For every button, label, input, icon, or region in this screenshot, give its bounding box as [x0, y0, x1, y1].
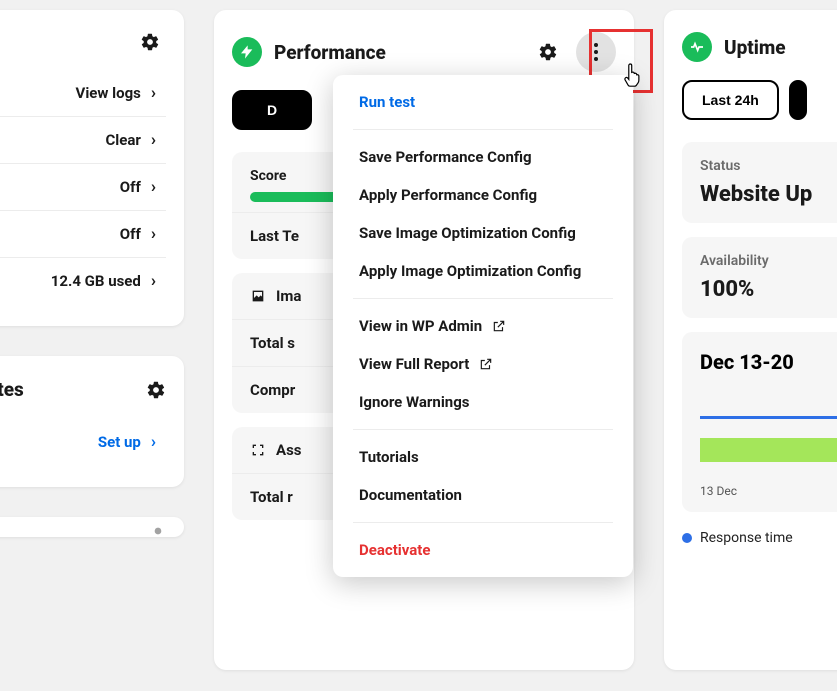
left-item-label: View logs: [76, 84, 141, 102]
gear-icon[interactable]: [538, 42, 558, 62]
compression-label: Compr: [250, 381, 295, 399]
chart-xlabel: 13 Dec: [700, 484, 837, 498]
dd-save-img[interactable]: Save Image Optimization Config: [333, 214, 633, 252]
status-block: Status Website Up: [682, 142, 837, 223]
bolt-icon: [232, 37, 262, 67]
gear-icon[interactable]: [148, 521, 168, 541]
dd-deactivate[interactable]: Deactivate: [333, 531, 633, 569]
image-icon: [250, 288, 266, 304]
kebab-menu-button[interactable]: [576, 32, 616, 72]
chevron-right-icon: ›: [151, 177, 156, 197]
external-link-icon: [492, 319, 506, 333]
chart-bar: [700, 438, 837, 462]
availability-block: Availability 100%: [682, 237, 837, 318]
range-next-button[interactable]: [789, 80, 807, 120]
setup-action[interactable]: Set up ›: [0, 419, 166, 465]
primary-button[interactable]: D: [232, 90, 312, 130]
gear-icon[interactable]: [146, 380, 166, 400]
primary-button-label: D: [267, 102, 277, 118]
dd-apply-perf[interactable]: Apply Performance Config: [333, 176, 633, 214]
left-card-b: lates Set up ›: [0, 356, 184, 487]
dd-run-test[interactable]: Run test: [333, 83, 633, 121]
dd-label: Ignore Warnings: [359, 393, 469, 411]
assets-label: Ass: [276, 441, 302, 459]
dd-label: Tutorials: [359, 448, 419, 466]
dd-view-wp[interactable]: View in WP Admin: [333, 307, 633, 345]
dd-label: Apply Performance Config: [359, 186, 537, 204]
legend-label: Response time: [700, 530, 793, 546]
left-item-label: Off: [120, 225, 141, 243]
dd-label: Save Image Optimization Config: [359, 224, 576, 242]
chevron-right-icon: ›: [151, 130, 156, 150]
left-item-label: Clear: [105, 131, 140, 149]
chart-line: [700, 416, 837, 419]
status-label: Status: [700, 158, 837, 174]
dd-label: View Full Report: [359, 355, 469, 373]
legend-dot-icon: [682, 533, 692, 543]
dd-ignore[interactable]: Ignore Warnings: [333, 383, 633, 421]
kebab-dropdown: Run test Save Performance Config Apply P…: [333, 75, 633, 577]
status-value: Website Up: [700, 182, 837, 207]
chevron-right-icon: ›: [151, 224, 156, 244]
left-item-label: Off: [120, 178, 141, 196]
dd-label: Save Performance Config: [359, 148, 532, 166]
dd-label: Run test: [359, 93, 415, 111]
legend-response: Response time: [682, 530, 837, 546]
performance-title: Performance: [274, 41, 526, 64]
templates-title: lates: [0, 378, 134, 401]
left-card-a: View logs › Clear › Off › Off › 12.4 GB …: [0, 10, 184, 326]
dd-label: Deactivate: [359, 541, 430, 559]
left-item-off-2[interactable]: Off ›: [0, 210, 166, 257]
image-row-label: Ima: [276, 287, 301, 305]
uptime-card: Uptime Last 24h Status Website Up Availa…: [664, 10, 837, 670]
availability-label: Availability: [700, 253, 837, 269]
range-label: Last 24h: [702, 92, 759, 108]
left-item-clear[interactable]: Clear ›: [0, 116, 166, 163]
left-item-off-1[interactable]: Off ›: [0, 163, 166, 210]
dots-vertical-icon: [594, 42, 598, 63]
range-button[interactable]: Last 24h: [682, 80, 779, 120]
heartbeat-icon: [682, 32, 712, 62]
chevron-right-icon: ›: [151, 432, 156, 452]
uptime-chart: Dec 13-20 13 Dec: [682, 332, 837, 512]
gear-icon[interactable]: [140, 32, 160, 52]
left-item-label: 12.4 GB used: [51, 272, 141, 290]
chart-title: Dec 13-20: [700, 350, 837, 374]
dd-tutorials[interactable]: Tutorials: [333, 438, 633, 476]
dd-label: View in WP Admin: [359, 317, 482, 335]
dd-label: Apply Image Optimization Config: [359, 262, 581, 280]
dd-apply-img[interactable]: Apply Image Optimization Config: [333, 252, 633, 290]
chevron-right-icon: ›: [151, 271, 156, 291]
left-item-storage[interactable]: 12.4 GB used ›: [0, 257, 166, 304]
chevron-right-icon: ›: [151, 83, 156, 103]
total-r-label: Total r: [250, 488, 293, 506]
left-card-c: [0, 517, 184, 537]
expand-icon: [250, 442, 266, 458]
dd-save-perf[interactable]: Save Performance Config: [333, 138, 633, 176]
left-item-view-logs[interactable]: View logs ›: [0, 70, 166, 116]
dd-label: Documentation: [359, 486, 462, 504]
total-s-label: Total s: [250, 334, 295, 352]
uptime-title: Uptime: [724, 36, 837, 59]
external-link-icon: [479, 357, 493, 371]
dd-docs[interactable]: Documentation: [333, 476, 633, 514]
dd-view-report[interactable]: View Full Report: [333, 345, 633, 383]
availability-value: 100%: [700, 277, 837, 302]
last-test-label: Last Te: [250, 227, 299, 245]
setup-label: Set up: [98, 433, 141, 451]
